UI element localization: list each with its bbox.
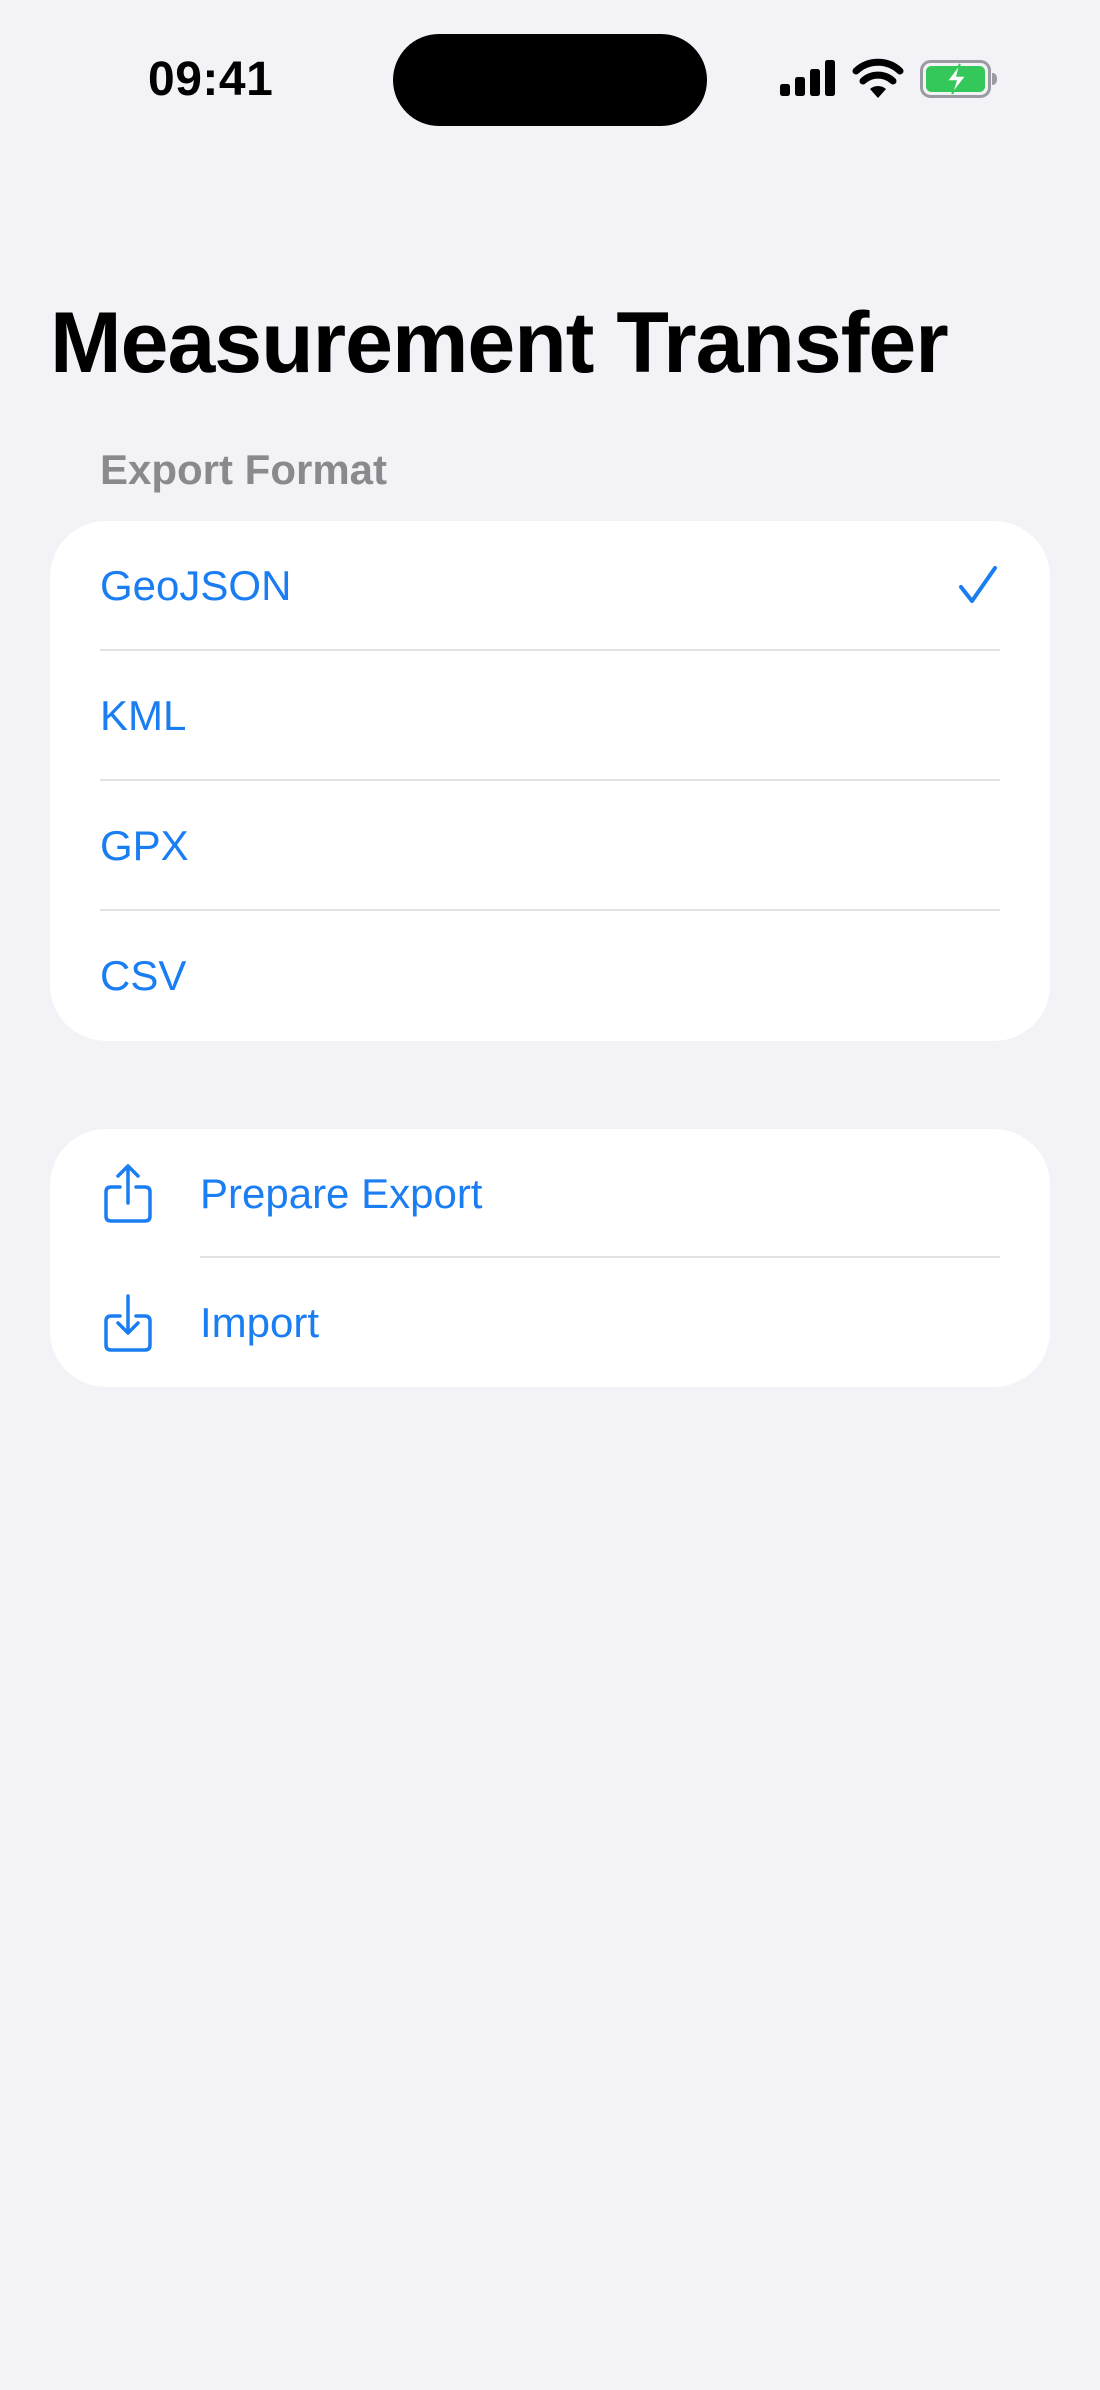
export-format-section-header: Export Format [100, 446, 388, 493]
format-option-label: KML [100, 692, 187, 739]
export-format-list: GeoJSON KML GPX CSV [50, 521, 1050, 1041]
prepare-export-button[interactable]: Prepare Export [50, 1129, 1050, 1258]
prepare-export-label: Prepare Export [200, 1169, 483, 1217]
import-button[interactable]: Import [50, 1258, 1050, 1387]
page-title: Measurement Transfer [50, 295, 949, 391]
format-option-label: GPX [100, 822, 189, 869]
format-option-label: CSV [100, 952, 187, 999]
cellular-signal-icon [780, 60, 835, 96]
status-time: 09:41 [148, 53, 274, 106]
wifi-icon [852, 58, 904, 98]
import-label: Import [200, 1298, 320, 1346]
checkmark-icon [959, 566, 997, 603]
import-icon [104, 1293, 152, 1352]
status-bar: 09:41 [0, 0, 1100, 160]
format-option-label: GeoJSON [100, 562, 292, 609]
format-option-gpx[interactable]: GPX [50, 781, 1050, 911]
battery-charging-icon [920, 60, 997, 98]
format-option-csv[interactable]: CSV [50, 911, 1050, 1041]
dynamic-island [393, 34, 707, 126]
format-option-kml[interactable]: KML [50, 651, 1050, 781]
format-option-geojson[interactable]: GeoJSON [50, 521, 1050, 651]
actions-list: Prepare Export Import [50, 1129, 1050, 1387]
share-icon [104, 1163, 152, 1223]
